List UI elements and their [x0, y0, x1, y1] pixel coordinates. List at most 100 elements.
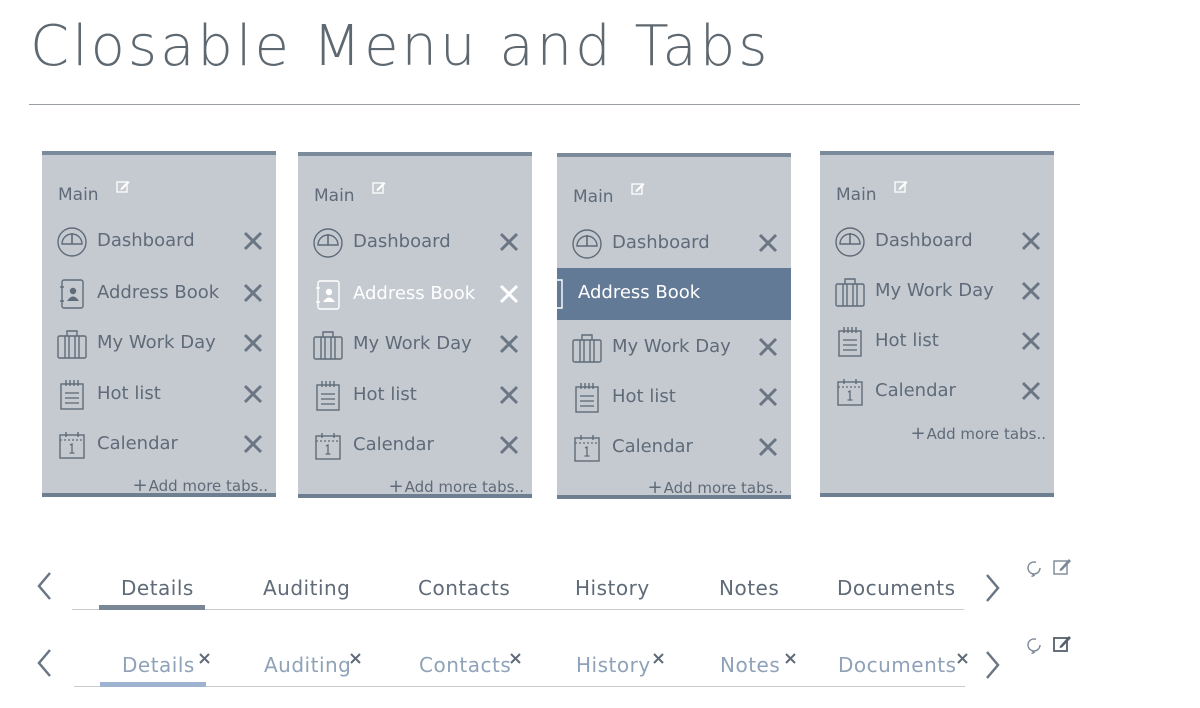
- tab-dashboard[interactable]: Dashboard: [820, 216, 1054, 268]
- tab-strip-baseline: [74, 686, 965, 687]
- close-icon[interactable]: [498, 434, 520, 456]
- close-icon[interactable]: [757, 386, 779, 408]
- close-icon[interactable]: [757, 336, 779, 358]
- close-icon[interactable]: [242, 230, 264, 252]
- tab-label: My Work Day: [353, 333, 472, 354]
- chevron-right-icon[interactable]: [983, 573, 1001, 603]
- active-tab-indicator: [99, 605, 205, 610]
- menu-panel-2: Main Dashboard Address Book My Work Day …: [298, 152, 532, 498]
- tab-label: Dashboard: [353, 231, 451, 252]
- tab-hot-list[interactable]: Hot list: [820, 316, 1054, 368]
- add-more-tabs-link[interactable]: +Add more tabs..: [648, 477, 783, 498]
- close-icon[interactable]: [956, 652, 969, 665]
- close-icon[interactable]: [1020, 230, 1042, 252]
- edit-icon[interactable]: [894, 179, 908, 193]
- calendar-icon: [574, 435, 600, 462]
- close-icon[interactable]: [242, 332, 264, 354]
- tab-documents[interactable]: Documents: [837, 576, 956, 600]
- add-more-tabs-link[interactable]: +Add more tabs..: [389, 476, 524, 497]
- close-icon[interactable]: [1020, 380, 1042, 402]
- tab-address-book[interactable]: Address Book: [298, 269, 532, 321]
- tab-history[interactable]: History: [575, 576, 650, 600]
- edit-icon[interactable]: [116, 179, 130, 193]
- tab-my-work-day[interactable]: My Work Day: [298, 319, 532, 371]
- address-book-icon: [60, 279, 84, 309]
- active-tab-indicator: [100, 682, 206, 687]
- edit-icon[interactable]: [372, 180, 386, 194]
- tab-calendar[interactable]: Calendar: [298, 420, 532, 472]
- tab-hot-list[interactable]: Hot list: [42, 369, 276, 421]
- close-icon[interactable]: [1020, 280, 1042, 302]
- close-icon[interactable]: [757, 436, 779, 458]
- tab-calendar[interactable]: Calendar: [557, 422, 791, 474]
- tab-notes[interactable]: Notes: [720, 653, 780, 677]
- refresh-icon[interactable]: [1024, 558, 1044, 578]
- dashboard-icon: [313, 228, 343, 258]
- close-icon[interactable]: [1020, 330, 1042, 352]
- tab-hot-list[interactable]: Hot list: [298, 370, 532, 422]
- edit-icon[interactable]: [631, 181, 645, 195]
- tab-dashboard[interactable]: Dashboard: [557, 218, 791, 270]
- tab-dashboard[interactable]: Dashboard: [298, 217, 532, 269]
- plus-icon: +: [388, 476, 404, 497]
- tab-address-book[interactable]: Address Book: [555, 268, 791, 320]
- tab-my-work-day[interactable]: My Work Day: [820, 266, 1054, 318]
- tab-dashboard[interactable]: Dashboard: [42, 216, 276, 268]
- tab-details[interactable]: Details: [122, 653, 195, 677]
- edit-icon[interactable]: [1052, 633, 1072, 653]
- tab-contacts[interactable]: Contacts: [418, 576, 510, 600]
- close-icon[interactable]: [198, 652, 211, 665]
- tab-my-work-day[interactable]: My Work Day: [557, 322, 791, 374]
- tab-documents[interactable]: Documents: [838, 653, 957, 677]
- calendar-icon: [59, 432, 85, 459]
- tab-contacts[interactable]: Contacts: [419, 653, 511, 677]
- tab-label: Calendar: [353, 434, 434, 455]
- tab-calendar[interactable]: Calendar: [42, 419, 276, 471]
- calendar-icon: [315, 433, 341, 460]
- tab-hot-list[interactable]: Hot list: [557, 372, 791, 424]
- close-icon[interactable]: [498, 384, 520, 406]
- close-icon[interactable]: [509, 652, 522, 665]
- tab-label: Calendar: [612, 436, 693, 457]
- briefcase-icon: [57, 330, 87, 359]
- close-icon[interactable]: [242, 383, 264, 405]
- tab-label: Address Book: [578, 282, 701, 303]
- close-icon[interactable]: [498, 231, 520, 253]
- close-icon[interactable]: [242, 282, 264, 304]
- tab-strip-baseline: [72, 609, 964, 610]
- close-icon[interactable]: [784, 652, 797, 665]
- tab-auditing[interactable]: Auditing: [264, 653, 351, 677]
- close-icon[interactable]: [498, 283, 520, 305]
- add-more-tabs-link[interactable]: +Add more tabs..: [133, 475, 268, 496]
- add-more-label: Add more tabs..: [926, 425, 1046, 443]
- tab-auditing[interactable]: Auditing: [263, 576, 350, 600]
- add-more-label: Add more tabs..: [663, 479, 783, 497]
- add-more-tabs-link[interactable]: +Add more tabs..: [911, 423, 1046, 444]
- tab-calendar[interactable]: Calendar: [820, 366, 1054, 418]
- tab-label: Dashboard: [97, 230, 195, 251]
- tab-address-book[interactable]: Address Book: [42, 268, 276, 320]
- close-icon[interactable]: [498, 333, 520, 355]
- briefcase-icon: [313, 331, 343, 360]
- tab-notes[interactable]: Notes: [719, 576, 779, 600]
- address-book-icon: [316, 280, 340, 310]
- refresh-icon[interactable]: [1024, 635, 1044, 655]
- close-icon[interactable]: [757, 232, 779, 254]
- close-icon[interactable]: [242, 433, 264, 455]
- chevron-left-icon[interactable]: [36, 648, 54, 678]
- tab-details[interactable]: Details: [121, 576, 194, 600]
- menu-panel-3: Main Dashboard Address Book My Work Day …: [555, 153, 791, 499]
- edit-icon[interactable]: [1052, 556, 1072, 576]
- tab-label: Calendar: [875, 380, 956, 401]
- chevron-right-icon[interactable]: [983, 650, 1001, 680]
- add-more-label: Add more tabs..: [404, 478, 524, 496]
- close-icon[interactable]: [652, 652, 665, 665]
- chevron-left-icon[interactable]: [36, 571, 54, 601]
- tab-history[interactable]: History: [576, 653, 651, 677]
- tab-my-work-day[interactable]: My Work Day: [42, 318, 276, 370]
- close-icon[interactable]: [349, 652, 362, 665]
- page-title: Closable Menu and Tabs: [30, 14, 771, 79]
- menu-panel-4: Main Dashboard My Work Day Hot list Cale…: [820, 151, 1054, 497]
- tab-label: Hot list: [875, 330, 939, 351]
- address-book-icon: [555, 279, 563, 309]
